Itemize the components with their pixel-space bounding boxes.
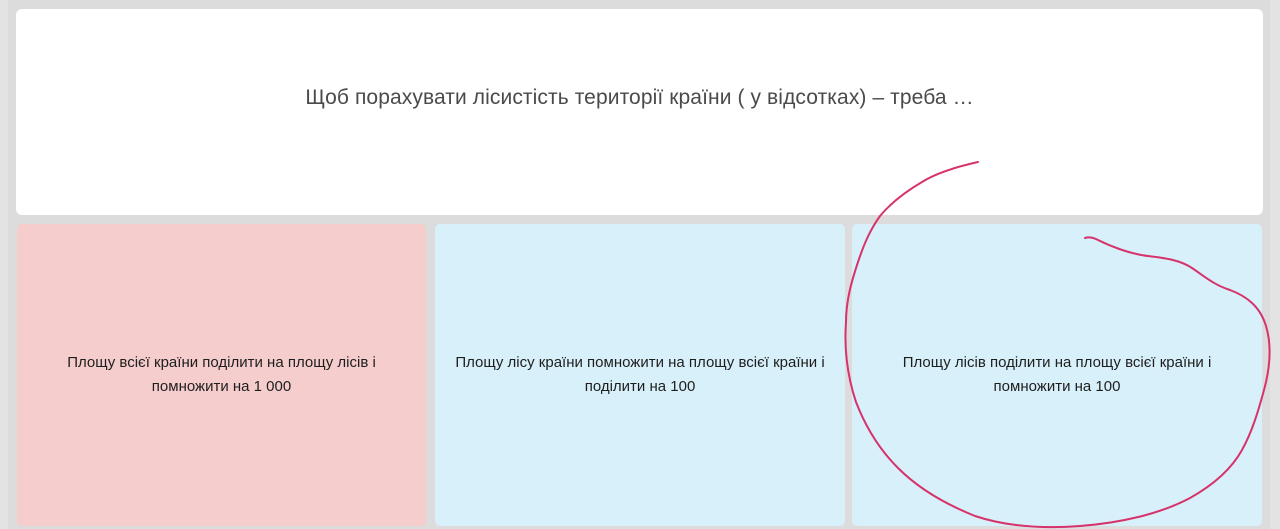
answer-option-3-label: Площу лісів поділити на площу всієї краї… <box>902 354 1212 395</box>
answer-option-1-label: Площу всієї країни поділити на площу ліс… <box>67 354 376 395</box>
answer-option-3[interactable]: Площу лісів поділити на площу всієї краї… <box>852 224 1262 526</box>
question-text: Щоб порахувати лісистість території краї… <box>305 86 974 109</box>
answer-option-2[interactable]: Площу лісу країни помножити на площу всі… <box>435 224 845 526</box>
frame-left <box>0 0 8 529</box>
quiz-screen: Щоб порахувати лісистість території краї… <box>0 0 1280 529</box>
frame-right <box>1270 0 1280 529</box>
question-card: Щоб порахувати лісистість території краї… <box>16 9 1263 215</box>
answer-option-1[interactable]: Площу всієї країни поділити на площу ліс… <box>17 224 426 526</box>
answer-option-2-label: Площу лісу країни помножити на площу всі… <box>455 354 825 395</box>
